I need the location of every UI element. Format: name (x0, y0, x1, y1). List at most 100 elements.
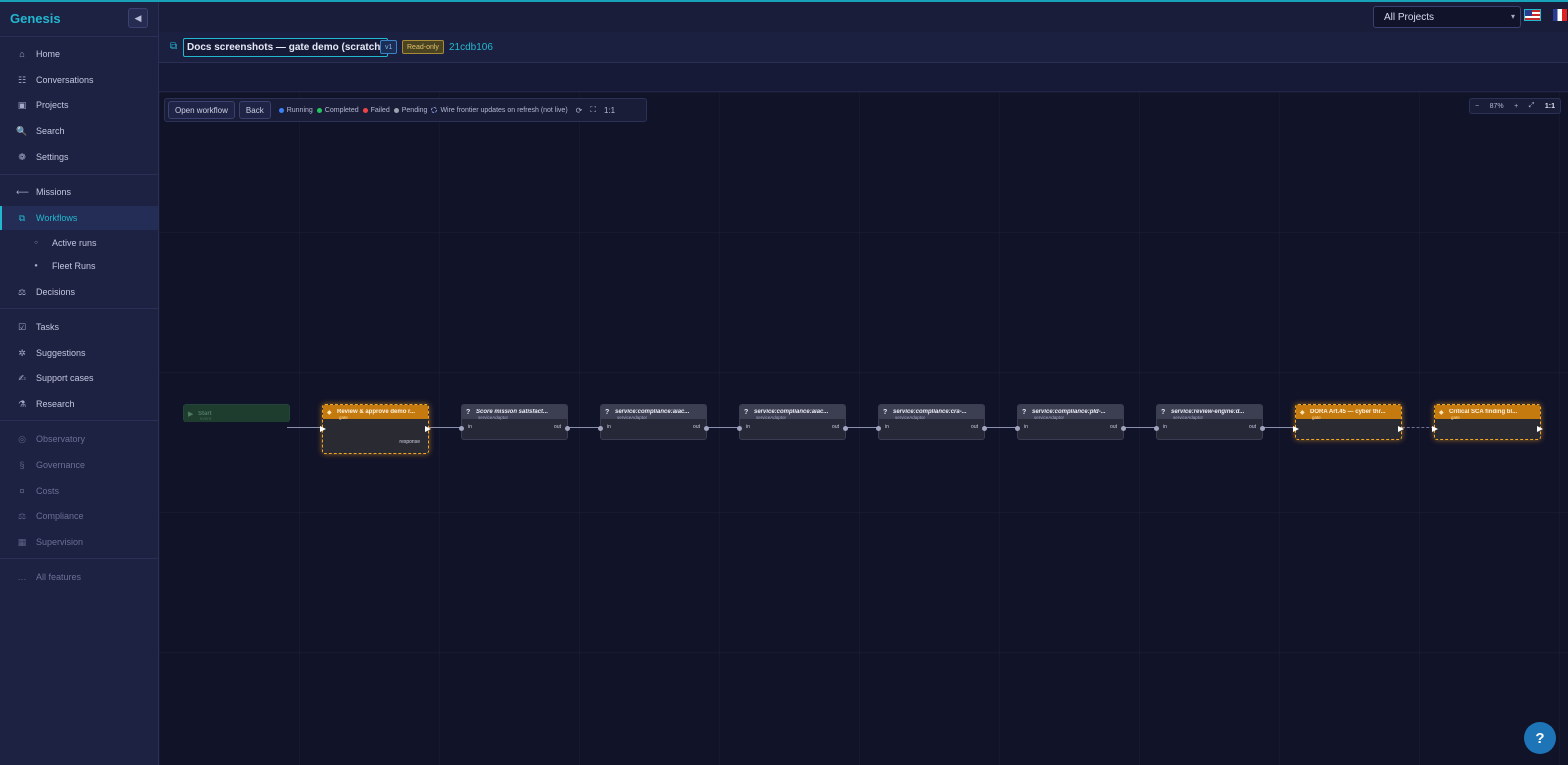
sidebar-item-costs[interactable]: ¤ Costs (0, 479, 158, 503)
node-subtitle: event (200, 416, 212, 421)
sidebar-item-support-cases[interactable]: ✍ Support cases (0, 366, 158, 390)
zoom-controls: − 87% + ⤢ 1:1 (1469, 98, 1561, 114)
out-port-label: out (1110, 424, 1117, 430)
legend-pending: Pending (393, 106, 428, 114)
edge (1402, 427, 1434, 428)
input-port[interactable] (1154, 426, 1159, 431)
input-port[interactable] (1293, 426, 1299, 432)
sidebar-item-missions[interactable]: ⟵ Missions (0, 180, 158, 204)
dot-icon: ● (34, 263, 38, 269)
project-select[interactable]: All Projects ▾ (1373, 6, 1521, 28)
legend-label: Completed (324, 106, 359, 114)
input-port[interactable] (320, 426, 326, 432)
sidebar-item-settings[interactable]: ❁ Settings (0, 145, 158, 169)
workflow-node-gate[interactable]: ◆ Review & approve demo r... gate respons… (320, 404, 431, 454)
sidebar-item-label: Compliance (36, 511, 84, 521)
diamond-icon: ◆ (1439, 409, 1444, 416)
output-port[interactable] (1537, 426, 1543, 432)
sidebar-item-tasks[interactable]: ☑ Tasks (0, 315, 158, 339)
open-workflow-button[interactable]: Open workflow (168, 101, 235, 119)
output-port[interactable] (843, 426, 848, 431)
sidebar-item-label: Observatory (36, 434, 86, 444)
workflow-hash[interactable]: 21cdb106 (449, 42, 493, 53)
workflow-canvas[interactable]: Open workflow Back Running Completed Fai… (159, 92, 1568, 765)
workflow-icon: ⧉ (18, 212, 26, 223)
brand-logo[interactable]: Genesis (10, 11, 61, 26)
input-port[interactable] (1432, 426, 1438, 432)
sidebar-collapse-button[interactable]: ◀ (128, 8, 148, 28)
sidebar-item-search[interactable]: 🔍 Search (0, 119, 158, 143)
output-port[interactable] (565, 426, 570, 431)
zoom-in-button[interactable]: + (1514, 103, 1518, 110)
fr-flag-icon[interactable] (1553, 9, 1567, 21)
node-subtitle: serviceAdaptor (756, 415, 787, 420)
workflow-node-service[interactable]: ? service:compliance:aiac... serviceAdapt… (737, 404, 848, 440)
node-title: Review & approve demo r... (337, 409, 416, 415)
failed-dot-icon (362, 107, 368, 113)
edge (568, 427, 600, 428)
sidebar-item-all-features[interactable]: … All features (0, 565, 158, 589)
us-flag-icon[interactable] (1524, 9, 1541, 21)
question-icon: ? (883, 408, 888, 416)
node-subtitle: serviceAdaptor (895, 415, 926, 420)
sidebar-item-home[interactable]: ⌂ Home (0, 42, 158, 66)
sidebar-item-supervision[interactable]: ▦ Supervision (0, 530, 158, 554)
workflow-title[interactable]: Docs screenshots — gate demo (scratch) (183, 38, 388, 57)
grid-icon: ▦ (17, 536, 27, 547)
workflow-node-service[interactable]: ? Score mission satisfact... serviceAdapt… (459, 404, 570, 440)
zoom-out-button[interactable]: − (1475, 103, 1479, 110)
sidebar-item-decisions[interactable]: ⚖ Decisions (0, 280, 158, 304)
sidebar-item-fleet-runs[interactable]: ● Fleet Runs (0, 254, 158, 278)
input-port[interactable] (737, 426, 742, 431)
sidebar-item-projects[interactable]: ▣ Projects (0, 93, 158, 117)
output-port[interactable] (1260, 426, 1265, 431)
node-subtitle: serviceAdaptor (617, 415, 648, 420)
frontier-ring-icon (431, 107, 438, 113)
output-port[interactable] (704, 426, 709, 431)
sparkle-icon: ✲ (18, 347, 26, 358)
sidebar-item-observatory[interactable]: ◎ Observatory (0, 427, 158, 451)
sidebar-item-research[interactable]: ⚗ Research (0, 392, 158, 416)
sidebar-item-conversations[interactable]: ☷ Conversations (0, 68, 158, 92)
input-port[interactable] (1015, 426, 1020, 431)
in-port-label: in (468, 424, 472, 430)
edge (1263, 427, 1295, 428)
sidebar-item-compliance[interactable]: ⚖ Compliance (0, 504, 158, 528)
workflow-node-service[interactable]: ? service:review-engine:d... serviceAdapt… (1154, 404, 1265, 440)
refresh-icon[interactable]: ⟳ (576, 106, 583, 115)
workflow-node-start[interactable]: ▶ Start event (183, 404, 290, 422)
workflow-node-gate[interactable]: ◆ Critical SCA finding bl... gate (1432, 404, 1543, 440)
sidebar-item-suggestions[interactable]: ✲ Suggestions (0, 341, 158, 365)
sidebar-item-label: Projects (36, 100, 69, 110)
section-icon: § (19, 460, 25, 470)
fullscreen-icon[interactable]: ⛶ (590, 105, 596, 115)
workflow-node-service[interactable]: ? service:compliance:aiac... serviceAdapt… (598, 404, 709, 440)
sidebar-item-label: All features (36, 572, 82, 582)
output-port[interactable] (1121, 426, 1126, 431)
workflow-node-gate[interactable]: ◆ DORA Art.45 — cyber thr... gate (1293, 404, 1404, 440)
in-port-label: in (746, 424, 750, 430)
sidebar-item-active-runs[interactable]: ○ Active runs (0, 231, 158, 255)
sidebar-item-workflows[interactable]: ⧉ Workflows (0, 206, 158, 230)
ratio-button[interactable]: 1:1 (604, 106, 615, 115)
fit-view-icon[interactable]: ⤢ (1529, 102, 1535, 110)
zoom-reset-button[interactable]: 1:1 (1545, 103, 1555, 110)
workflow-subbar (159, 63, 1568, 92)
out-port-label: out (832, 424, 839, 430)
list-icon: ☷ (17, 74, 27, 85)
input-port[interactable] (598, 426, 603, 431)
out-port-label: out (554, 424, 561, 430)
question-icon: ? (466, 408, 471, 416)
sidebar-divider (0, 308, 158, 309)
input-port[interactable] (459, 426, 464, 431)
help-button[interactable]: ? (1524, 722, 1556, 754)
sidebar-item-governance[interactable]: § Governance (0, 453, 158, 477)
output-port[interactable] (982, 426, 987, 431)
out-port-label: out (1249, 424, 1256, 430)
workflow-node-service[interactable]: ? service:compliance:cra-... serviceAdapt… (876, 404, 987, 440)
back-button[interactable]: Back (238, 101, 271, 119)
input-port[interactable] (876, 426, 881, 431)
completed-dot-icon (316, 107, 322, 113)
legend-label: Pending (401, 106, 428, 114)
workflow-node-service[interactable]: ? service:compliance:pld-... serviceAdapt… (1015, 404, 1126, 440)
